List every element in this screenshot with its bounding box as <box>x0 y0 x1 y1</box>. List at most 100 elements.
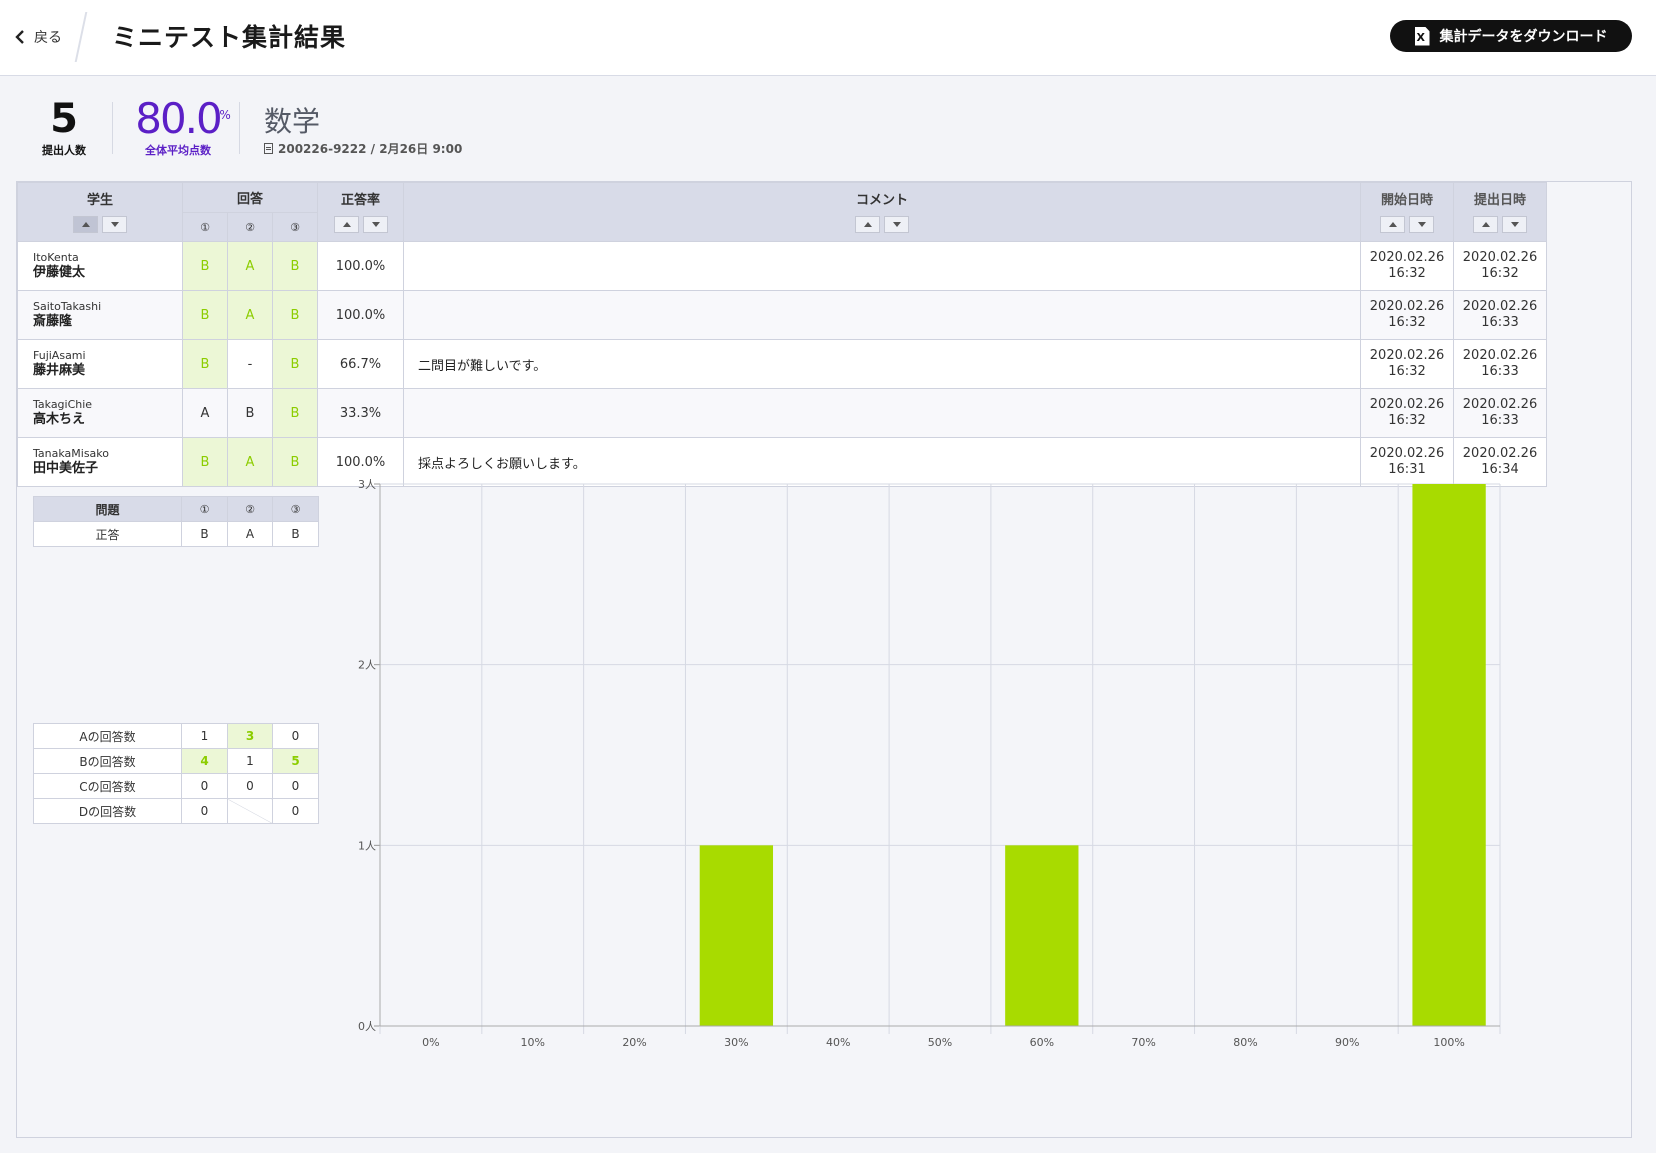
x-tick-label: 10% <box>521 1036 545 1049</box>
table-row: SaitoTakashi 斎藤隆 B A B 100.0% 2020.02.26 16:32… <box>17 290 1547 340</box>
submit-column-header: 提出日時 <box>1453 182 1547 242</box>
bar <box>1005 845 1079 1026</box>
table-row: ItoKenta 伊藤健太 B A B 100.0% 2020.02.26 16:32 202… <box>17 241 1547 291</box>
table-row: Bの回答数 4 1 5 <box>33 748 319 774</box>
count-cell: 0 <box>272 798 319 824</box>
count-label: Dの回答数 <box>33 798 182 824</box>
question-2-header: ② <box>227 212 273 242</box>
average-score: 80.0% 全体平均点数 <box>130 96 231 158</box>
bar <box>699 845 774 1026</box>
answer-cell: A <box>227 241 273 291</box>
count-cell: 0 <box>181 798 228 824</box>
submit-datetime-cell: 2020.02.26 16:33 <box>1453 290 1547 340</box>
score-distribution-chart: 0人 1人 2人 3人 0% 10% 20% 30% 40% 50% 60% 70% 80% 90% 100… <box>358 478 1501 1049</box>
student-cell: FujiAsami 藤井麻美 <box>17 339 183 389</box>
rate-sort <box>333 216 388 233</box>
comment-sort <box>855 216 909 233</box>
answer-key-label: 正答 <box>33 521 182 547</box>
table-row: FujiAsami 藤井麻美 B - B 66.7% 二問目が難しいです。 2020.02.… <box>17 339 1547 389</box>
bar <box>1412 484 1486 1026</box>
x-tick-label: 50% <box>928 1036 952 1049</box>
sort-up-button[interactable] <box>1473 216 1498 233</box>
table-row: Cの回答数 0 0 0 <box>33 773 319 799</box>
submit-datetime-cell: 2020.02.26 16:33 <box>1453 339 1547 389</box>
submission-count: 5 提出人数 <box>34 96 94 158</box>
summary-divider <box>112 102 113 154</box>
student-romaji: SaitoTakashi <box>33 300 102 313</box>
answer-key-cell: A <box>227 521 273 547</box>
count-cell: 1 <box>181 723 228 749</box>
x-tick-label: 20% <box>622 1036 646 1049</box>
back-button[interactable]: 戻る <box>14 24 62 50</box>
sort-down-button[interactable] <box>884 216 909 233</box>
student-cell: TakagiChie 高木ちえ <box>17 388 183 438</box>
answer-cell: B <box>272 388 318 438</box>
sort-up-button[interactable] <box>73 216 98 233</box>
x-tick-label: 70% <box>1131 1036 1155 1049</box>
question-1-header: ① <box>181 496 228 522</box>
count-cell <box>227 798 273 824</box>
rate-cell: 33.3% <box>317 388 404 438</box>
student-cell: SaitoTakashi 斎藤隆 <box>17 290 183 340</box>
comment-cell <box>403 241 1361 291</box>
start-sort <box>1380 216 1434 233</box>
answer-key-header: 問題 <box>33 496 182 522</box>
answer-cell: B <box>182 241 228 291</box>
student-romaji: TakagiChie <box>33 398 93 411</box>
start-datetime-cell: 2020.02.26 16:32 <box>1360 339 1454 389</box>
submit-datetime-cell: 2020.02.26 16:32 <box>1453 241 1547 291</box>
question-1-header: ① <box>182 212 228 242</box>
submission-count-label: 提出人数 <box>42 144 86 157</box>
table-row: Dの回答数 0 0 <box>33 798 319 824</box>
student-sort <box>73 216 127 233</box>
table-row: Aの回答数 1 3 0 <box>33 723 319 749</box>
sort-down-button[interactable] <box>102 216 127 233</box>
answer-cell: A <box>227 290 273 340</box>
rate-column-header: 正答率 <box>317 182 404 242</box>
sort-up-button[interactable] <box>855 216 880 233</box>
student-romaji: ItoKenta <box>33 251 79 264</box>
answer-count-table: Aの回答数 1 3 0 Bの回答数 4 1 5 Cの回答数 0 0 0 Dの回答数 0 0 <box>33 723 319 824</box>
download-button[interactable]: X 集計データをダウンロード <box>1390 20 1632 52</box>
count-cell: 1 <box>227 748 273 774</box>
count-cell: 0 <box>227 773 273 799</box>
rate-cell: 100.0% <box>317 290 404 340</box>
test-info-text: 200226-9222 / 2月26日 9:00 <box>278 142 463 156</box>
count-cell: 3 <box>227 723 273 749</box>
count-cell: 0 <box>181 773 228 799</box>
student-name: 斎藤隆 <box>33 314 73 329</box>
answer-cell: B <box>182 437 228 487</box>
count-label: Bの回答数 <box>33 748 182 774</box>
student-cell: ItoKenta 伊藤健太 <box>17 241 183 291</box>
y-tick-label: 1人 <box>358 839 376 852</box>
answer-cell: B <box>227 388 273 438</box>
x-tick-label: 100% <box>1433 1036 1464 1049</box>
count-cell: 5 <box>272 748 319 774</box>
comment-cell: 二問目が難しいです。 <box>403 339 1361 389</box>
student-name: 高木ちえ <box>33 412 86 427</box>
sort-down-button[interactable] <box>1409 216 1434 233</box>
answer-cell: B <box>182 339 228 389</box>
count-label: Cの回答数 <box>33 773 182 799</box>
student-column-header: 学生 <box>17 182 183 242</box>
sort-down-button[interactable] <box>362 216 388 233</box>
answer-key-table: 問題 ① ② ③ 正答 B A B <box>33 496 319 547</box>
document-icon <box>264 143 273 154</box>
answer-cell: B <box>182 290 228 340</box>
sort-up-button[interactable] <box>333 216 359 233</box>
subject-name: 数学 <box>264 105 321 138</box>
rate-cell: 100.0% <box>317 241 404 291</box>
answer-column-header: 回答 <box>182 182 318 213</box>
sort-down-button[interactable] <box>1502 216 1527 233</box>
x-tick-label: 90% <box>1335 1036 1359 1049</box>
answer-key-cell: B <box>272 521 319 547</box>
results-panel: 学生 回答 正答率 コメント 開始日時 提出日時 ① ② ③ ItoKenta … <box>16 181 1632 1138</box>
chevron-left-icon <box>15 30 24 44</box>
back-label: 戻る <box>34 30 62 46</box>
excel-file-icon: X <box>1414 26 1430 46</box>
start-datetime-cell: 2020.02.26 16:32 <box>1360 290 1454 340</box>
sort-up-button[interactable] <box>1380 216 1405 233</box>
y-tick-label: 0人 <box>358 1020 376 1033</box>
count-label: Aの回答数 <box>33 723 182 749</box>
average-score-label: 全体平均点数 <box>145 144 211 157</box>
